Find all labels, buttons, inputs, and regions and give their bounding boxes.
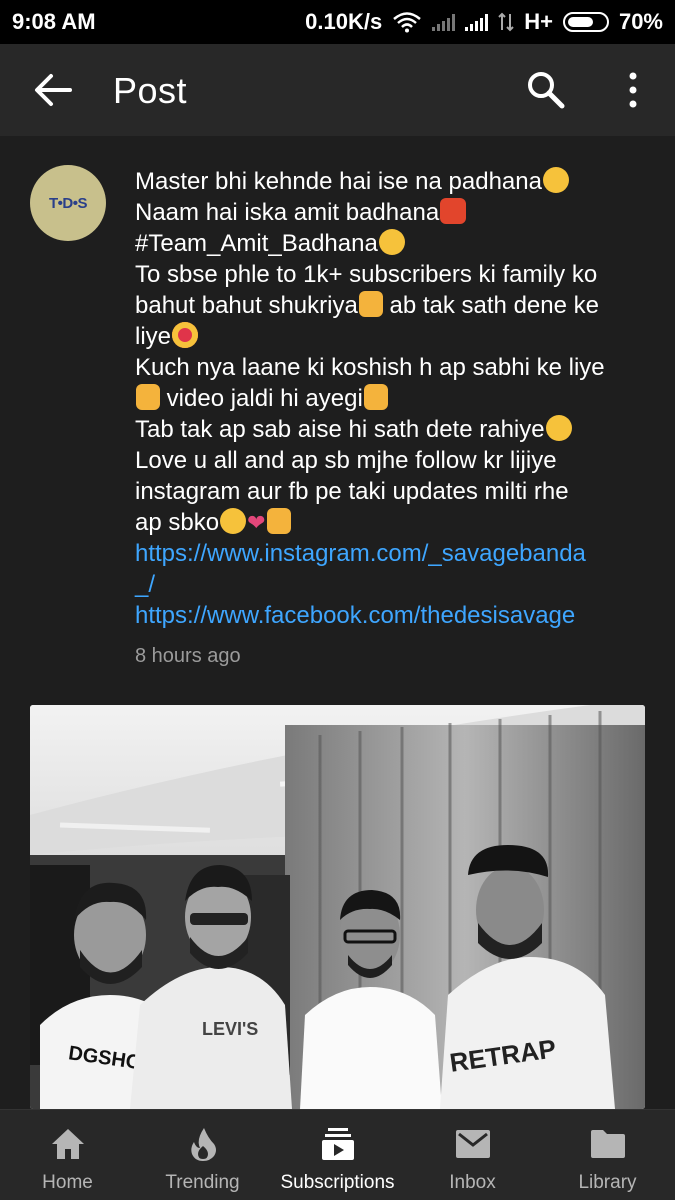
group-photo: DGSHOEED LEVI'S RETRAP	[30, 705, 645, 1109]
more-vert-icon[interactable]	[620, 70, 646, 110]
bottom-navigation: Home Trending Subscriptions Inbox Librar…	[0, 1109, 675, 1200]
folded-hands-emoji-icon	[358, 291, 383, 317]
arrow-back-icon[interactable]	[32, 72, 72, 108]
page-title: Post	[113, 70, 188, 111]
nav-subscriptions[interactable]: Subscriptions	[270, 1110, 405, 1200]
nav-library[interactable]: Library	[540, 1110, 675, 1200]
post-line: ap sbko ❤	[135, 507, 655, 538]
post-line: Master bhi kehnde hai ise na padhana	[135, 166, 655, 197]
nav-trending-label: Trending	[165, 1172, 240, 1193]
battery-level	[567, 17, 593, 27]
point-down-emoji-icon	[266, 508, 291, 534]
post-line: video jaldi hi ayegi	[135, 383, 655, 414]
instagram-link-continued[interactable]: _/	[135, 569, 655, 600]
wifi-icon	[393, 12, 422, 33]
post-line: Tab tak ap sab aise hi sath dete rahiye	[135, 414, 655, 445]
search-icon[interactable]	[526, 70, 566, 110]
nav-library-label: Library	[578, 1172, 637, 1193]
wink-emoji-icon	[542, 167, 569, 193]
subscriptions-icon	[321, 1128, 354, 1160]
mail-icon	[455, 1130, 490, 1158]
data-transfer-icon	[498, 12, 514, 32]
nav-home-label: Home	[42, 1172, 93, 1193]
raised-hands-emoji-icon	[136, 384, 160, 410]
app-bar: Post	[0, 44, 675, 136]
nav-inbox[interactable]: Inbox	[405, 1110, 540, 1200]
signal-sim1-icon	[432, 13, 456, 31]
flame-icon	[190, 1128, 216, 1161]
thumbs-up-emoji-icon	[363, 384, 388, 410]
nav-inbox-label: Inbox	[449, 1172, 496, 1193]
post-timestamp: 8 hours ago	[135, 645, 241, 667]
battery-percent: 70%	[618, 9, 663, 34]
nav-home[interactable]: Home	[0, 1110, 135, 1200]
smile-emoji-icon	[220, 508, 247, 534]
channel-avatar[interactable]: T•D•S	[30, 165, 106, 241]
smile-emoji-icon	[378, 229, 405, 255]
signal-sim2-icon	[465, 13, 489, 31]
nav-subscriptions-label: Subscriptions	[280, 1172, 395, 1193]
shirt-text-2: LEVI'S	[202, 1019, 258, 1039]
status-time: 9:08 AM	[12, 9, 96, 34]
heart-eyes-emoji-icon	[172, 322, 199, 348]
post-line: Love u all and ap sb mjhe follow kr liji…	[135, 447, 557, 474]
post-line: #Team_Amit_Badhana	[135, 228, 655, 259]
post-line: liye	[135, 321, 655, 352]
folder-icon	[590, 1130, 625, 1158]
post-line: instagram aur fb pe taki updates milti r…	[135, 478, 569, 505]
community-post: T•D•S Master bhi kehnde hai ise na padha…	[0, 136, 675, 1109]
network-type: H+	[524, 9, 553, 34]
avatar-logo-text: T•D•S	[48, 194, 88, 212]
network-speed: 0.10K/s	[305, 9, 383, 34]
post-line: To sbse phle to 1k+ subscribers ki famil…	[135, 261, 598, 288]
facebook-link[interactable]: https://www.facebook.com/thedesisavage	[135, 600, 655, 631]
status-bar: 9:08 AM 0.10K/s H+ 70%	[0, 0, 675, 44]
post-text: Master bhi kehnde hai ise na padhana Naa…	[135, 166, 655, 631]
instagram-link[interactable]: https://www.instagram.com/_savagebanda	[135, 538, 655, 569]
post-line: Naam hai iska amit badhana	[135, 197, 655, 228]
battery-icon	[562, 12, 609, 32]
heart-emoji-icon: ❤	[247, 510, 266, 535]
kiss-emoji-icon	[545, 415, 572, 441]
status-indicators: 0.10K/s H+ 70%	[305, 9, 663, 35]
home-icon	[51, 1129, 84, 1159]
post-image[interactable]: DGSHOEED LEVI'S RETRAP	[30, 705, 645, 1109]
post-line: bahut bahut shukriya ab tak sath dene ke	[135, 291, 599, 319]
nav-trending[interactable]: Trending	[135, 1110, 270, 1200]
post-line: Kuch nya laane ki koshish h ap sabhi ke …	[135, 354, 605, 381]
devil-emoji-icon	[440, 198, 467, 224]
